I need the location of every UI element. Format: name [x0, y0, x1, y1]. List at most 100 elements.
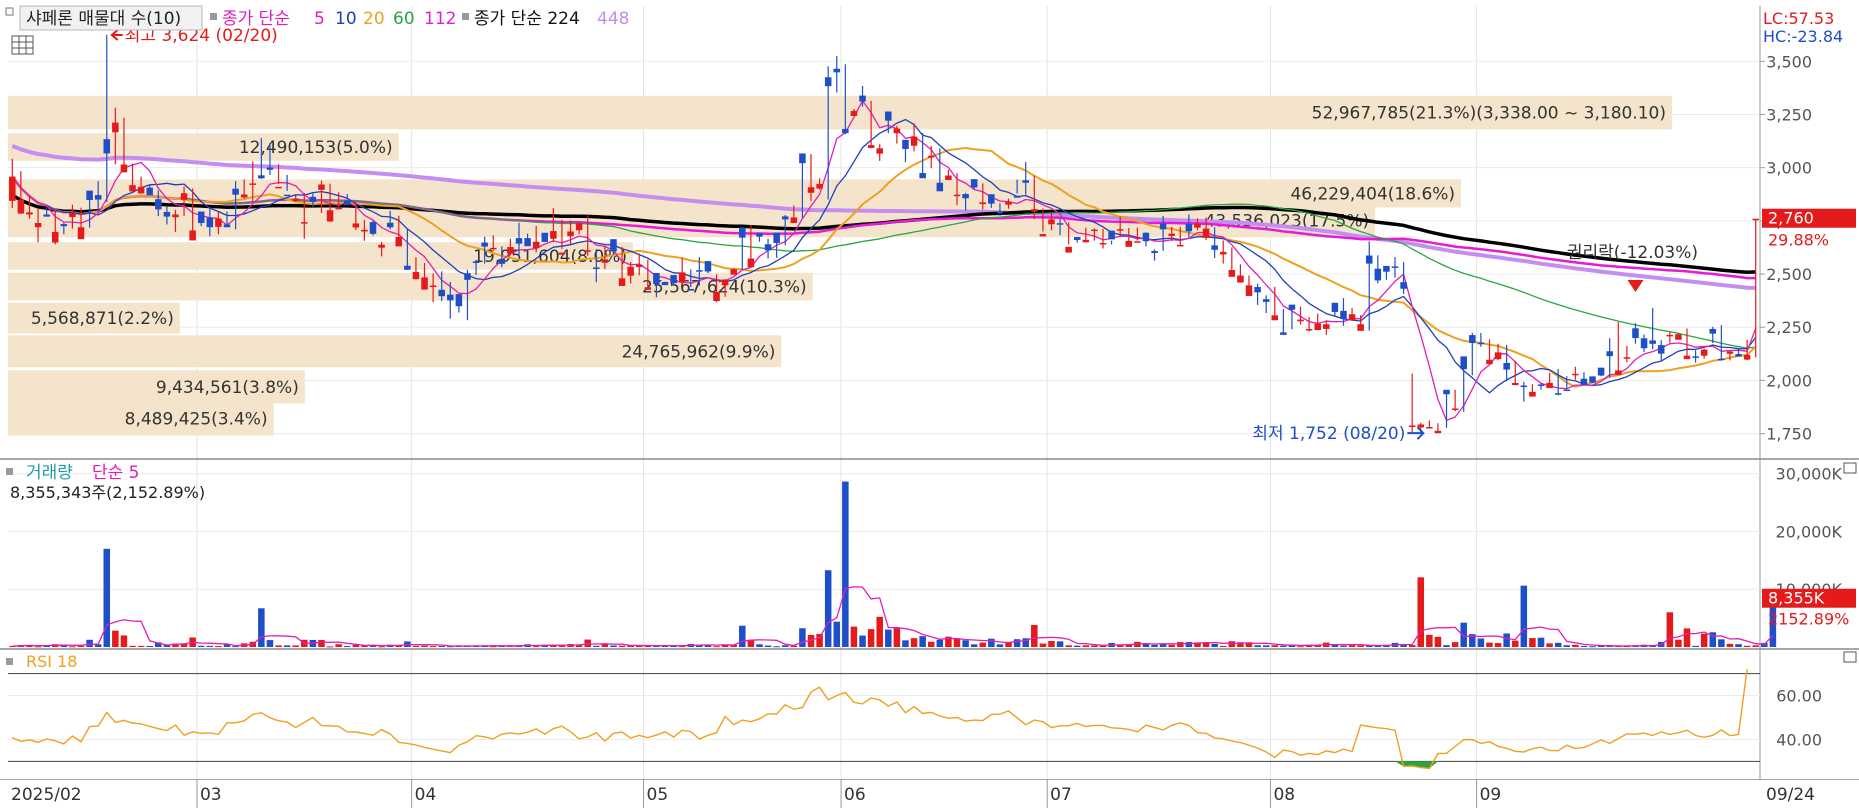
candle-body — [644, 287, 652, 290]
candle-body — [550, 231, 557, 239]
candle-body — [730, 269, 737, 275]
candle-body — [627, 266, 634, 276]
candle-body — [1194, 223, 1201, 228]
volume-bar — [532, 646, 540, 648]
volume-bar — [1580, 645, 1588, 647]
candle-body — [747, 258, 755, 268]
volume-bar — [1254, 645, 1261, 647]
candle-body — [1563, 389, 1571, 392]
candle-body — [155, 199, 162, 210]
legend-bullet-icon — [462, 13, 469, 20]
x-axis-label: 09/24 — [1766, 785, 1815, 805]
candle-body — [335, 207, 342, 210]
legend-ma-period: 60 — [393, 9, 415, 29]
volume-bar — [266, 640, 274, 647]
candle-body — [1434, 430, 1442, 434]
candle-body — [60, 224, 68, 227]
candle-body — [773, 232, 780, 243]
candle-body — [1280, 332, 1287, 335]
profile-label: 24,765,962(9.9%) — [622, 342, 776, 362]
candle-body — [1391, 266, 1399, 268]
candle-body — [696, 270, 703, 272]
profile-label: 9,434,561(3.8%) — [156, 378, 299, 398]
candle-body — [1288, 304, 1296, 310]
candle-body — [1460, 356, 1467, 370]
candle-body — [816, 184, 823, 189]
candle-body — [1554, 393, 1562, 395]
candle-body — [850, 110, 858, 116]
volume-bar — [1511, 640, 1519, 647]
candle-body — [1271, 315, 1279, 321]
candle-body — [1039, 234, 1047, 237]
volume-bar — [292, 645, 299, 647]
candle-body — [678, 272, 686, 282]
profile-label: 52,967,785(21.3%)(3,338.00 ~ 3,180.10) — [1312, 104, 1666, 124]
volume-bar — [77, 645, 85, 647]
price-tick-label: 1,750 — [1766, 425, 1812, 444]
volume-bar — [112, 630, 119, 647]
volume-bar — [1520, 585, 1528, 647]
rsi-pane-close-icon[interactable] — [1843, 651, 1857, 663]
candle-body — [1597, 367, 1605, 376]
candle-body — [17, 199, 25, 214]
candle-body — [352, 223, 360, 228]
candle-body — [1305, 328, 1313, 331]
candle-body — [172, 214, 179, 218]
volume-bar — [258, 608, 265, 647]
candle-body — [807, 187, 815, 193]
volume-ma-label: 단순 5 — [92, 463, 140, 483]
legend-ma-period: 10 — [335, 9, 357, 29]
volume-bar — [1280, 645, 1287, 647]
candle-body — [687, 288, 695, 291]
candle-body — [1348, 314, 1356, 321]
candle-body — [1134, 241, 1141, 243]
candle-body — [507, 247, 514, 254]
volume-bar — [781, 645, 789, 647]
volume-bar — [1675, 639, 1682, 647]
candle-body — [927, 155, 935, 158]
candle-body — [404, 265, 411, 270]
candle-body — [524, 238, 531, 247]
legend-ma-448: 448 — [597, 9, 629, 29]
candle-body — [1056, 223, 1064, 225]
volume-bar — [343, 646, 351, 648]
table-icon[interactable] — [11, 35, 34, 55]
candle-body — [1692, 356, 1699, 358]
candle-body — [1202, 228, 1210, 238]
volume-bar — [1065, 645, 1072, 647]
x-axis-label: 03 — [200, 785, 222, 805]
candle-body — [386, 222, 394, 228]
volume-pane-close-icon[interactable] — [1843, 462, 1857, 474]
x-axis-label: 05 — [647, 785, 669, 805]
candle-body — [962, 194, 969, 199]
candle-body — [1005, 201, 1012, 205]
candle-body — [1743, 354, 1751, 360]
candle-body — [1374, 268, 1382, 281]
candle-body — [1520, 385, 1528, 388]
price-tick-label: 2,000 — [1766, 371, 1812, 390]
candle-body — [103, 139, 111, 154]
candle-body — [1529, 391, 1536, 397]
volume-bar — [103, 548, 111, 647]
candle-body — [318, 184, 325, 190]
candle-body — [481, 242, 488, 247]
candle-body — [1142, 232, 1150, 242]
rsi-tick-label: 40.00 — [1776, 730, 1822, 749]
legend-bullet-icon — [210, 13, 217, 20]
candle-body — [1048, 219, 1055, 225]
volume-bar — [1589, 646, 1596, 648]
candle — [1589, 376, 1596, 383]
candle-body — [567, 231, 574, 237]
candle-body — [1365, 255, 1373, 264]
indicator-box-label: 샤페론 매물대 수(10) — [26, 9, 181, 29]
candle-body — [1726, 351, 1734, 354]
volume-bar — [326, 646, 334, 648]
volume-pct-label: 2152.89% — [1768, 610, 1849, 629]
candle-body — [1073, 237, 1081, 241]
candle-body — [739, 227, 746, 238]
volume-bar — [1451, 642, 1459, 647]
candle-body — [1099, 242, 1107, 245]
candle-body — [1589, 376, 1596, 383]
candle-body — [1477, 342, 1485, 345]
candle-body — [309, 196, 317, 203]
